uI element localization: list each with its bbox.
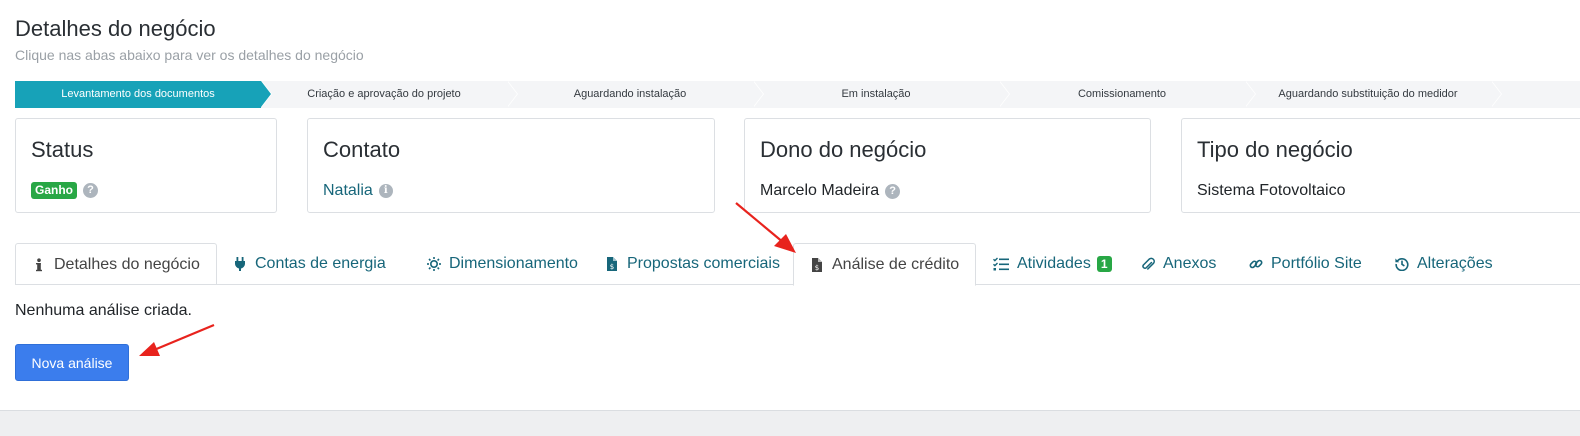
step-label: Aguardando instalação [573,88,687,100]
history-icon [1395,258,1409,271]
step-comissionamento[interactable]: Comissionamento [999,81,1256,108]
tab-label: Análise de crédito [832,255,960,273]
tab-label: Contas de energia [255,255,386,272]
tab-dimensionamento[interactable]: Dimensionamento [411,243,594,285]
tab-label: Anexos [1163,255,1217,272]
deal-type-card: Tipo do negócio Sistema Fotovoltaico [1181,118,1580,213]
contact-card: Contato Natalia i [307,118,715,213]
info-icon [36,257,42,271]
empty-analysis-message: Nenhuma análise criada. [15,302,192,319]
question-circle-icon[interactable]: ? [885,183,901,199]
contact-link[interactable]: Natalia [323,182,373,200]
sun-icon [427,257,441,271]
step-criacao-aprovacao-projeto[interactable]: Criação e aprovação do projeto [261,81,518,108]
tab-propostas-comerciais[interactable]: $ Propostas comerciais [589,243,796,285]
step-label: Em instalação [841,88,911,100]
deal-type-value: Sistema Fotovoltaico [1197,182,1346,199]
step-aguardando-substituicao-medidor[interactable]: Aguardando substituição do medidor [1245,81,1502,108]
tab-label: Propostas comerciais [627,255,780,272]
step-label: Criação e aprovação do projeto [307,88,461,100]
contact-card-value: Natalia i [323,182,393,200]
tab-contas-energia[interactable]: Contas de energia [217,243,402,285]
info-circle-icon[interactable]: i [378,184,393,198]
activities-count-badge: 1 [1096,256,1112,272]
status-card-value: Ganho ? [31,182,98,199]
step-label: Levantamento dos documentos [61,88,215,100]
deal-details-panel: Detalhes do negócio Clique nas abas abai… [0,0,1580,411]
file-invoice-dollar-icon: $ [812,257,822,272]
tasks-icon [993,257,1009,271]
step-truncated[interactable]: In [1491,81,1580,108]
question-circle-icon[interactable]: ? [83,183,98,198]
svg-text:$: $ [610,263,614,271]
page-subtitle: Clique nas abas abaixo para ver os detal… [15,47,364,63]
owner-card-value: Marcelo Madeira ? [760,182,901,200]
tab-analise-credito[interactable]: $ Análise de crédito [793,243,977,286]
deal-type-card-value: Sistema Fotovoltaico [1197,182,1346,200]
owner-name: Marcelo Madeira [760,182,880,199]
tab-portfolio-site[interactable]: Portfólio Site [1233,243,1378,285]
page-title: Detalhes do negócio [15,16,216,41]
step-em-instalacao[interactable]: Em instalação [753,81,1010,108]
step-label: Aguardando substituição do medidor [1278,88,1458,100]
new-analysis-button[interactable]: Nova análise [15,344,129,381]
step-levantamento-documentos[interactable]: Levantamento dos documentos [15,81,272,108]
svg-text:$: $ [815,264,819,272]
link-icon [1249,259,1263,269]
status-badge: Ganho [31,182,77,199]
deal-type-card-title: Tipo do negócio [1197,137,1353,162]
paperclip-icon [1142,257,1155,270]
pipeline-stepper: Levantamento dos documentos Criação e ap… [15,81,1580,108]
tab-alteracoes[interactable]: Alterações [1379,243,1509,285]
file-invoice-dollar-icon: $ [607,257,617,271]
tab-detalhes-negocio[interactable]: Detalhes do negócio [15,243,217,285]
status-card: Status Ganho ? [15,118,277,213]
tab-label: Alterações [1417,255,1493,272]
tab-label: Dimensionamento [449,255,578,272]
owner-card: Dono do negócio Marcelo Madeira ? [744,118,1151,213]
tab-label: Detalhes do negócio [54,255,200,273]
status-card-title: Status [31,137,94,162]
deal-tabs: Detalhes do negócio Contas de energia Di… [15,243,1580,286]
owner-card-title: Dono do negócio [760,137,927,162]
step-aguardando-instalacao[interactable]: Aguardando instalação [507,81,764,108]
plug-icon [235,257,245,271]
tab-label: Atividades [1017,255,1091,272]
contact-card-title: Contato [323,137,401,162]
tab-atividades[interactable]: Atividades 1 [977,243,1128,285]
tab-anexos[interactable]: Anexos [1125,243,1232,285]
tab-label: Portfólio Site [1271,255,1362,272]
step-label: Comissionamento [1077,88,1167,100]
